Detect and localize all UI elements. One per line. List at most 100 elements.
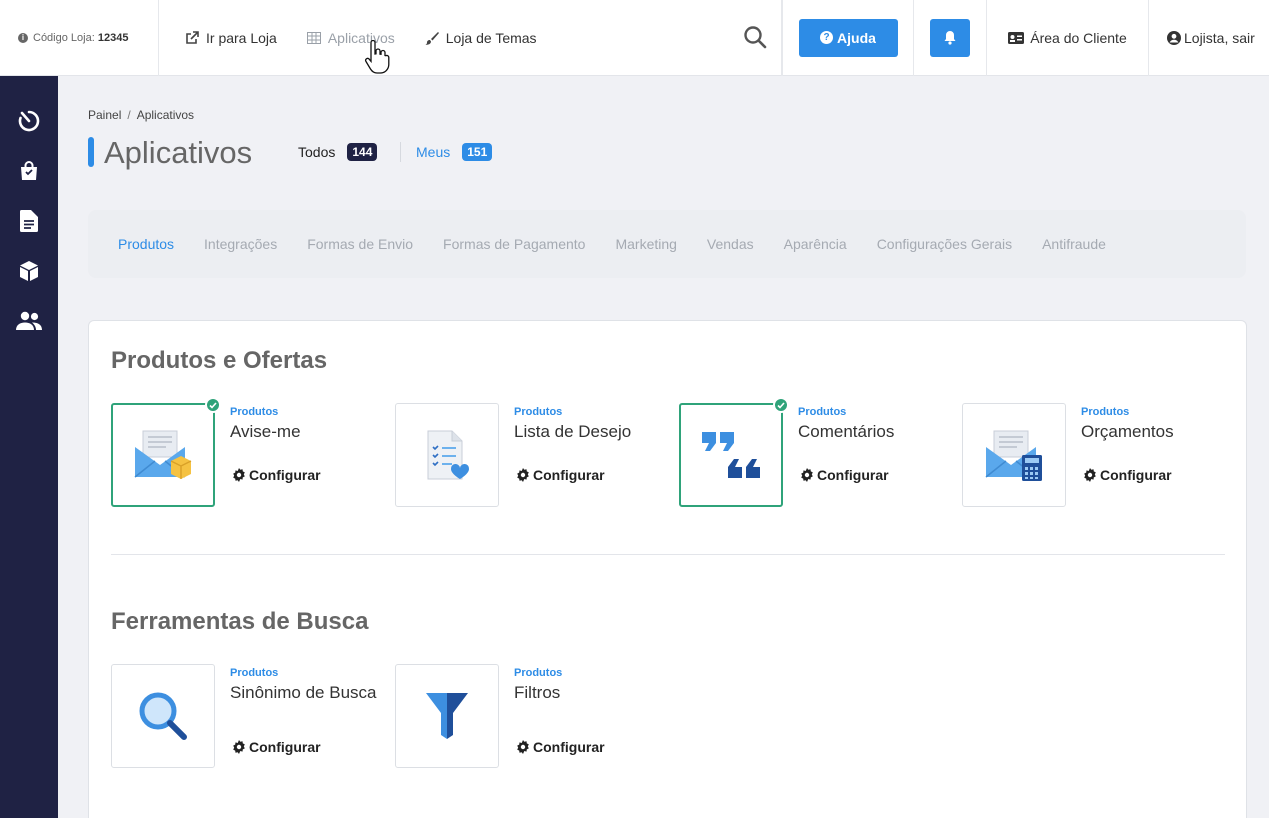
filter-mine-label: Meus xyxy=(416,144,451,160)
filter-all-label: Todos xyxy=(298,144,336,160)
filter-all-count: 144 xyxy=(347,143,378,161)
filter-mine-count: 151 xyxy=(462,143,493,161)
category-tabs: Produtos Integrações Formas de Envio For… xyxy=(88,210,1246,278)
users-icon xyxy=(16,311,42,330)
configure-button[interactable]: Configurar xyxy=(516,467,605,483)
app-tile-avise-me[interactable] xyxy=(111,397,221,507)
sidebar-item-content[interactable] xyxy=(16,208,42,234)
document-icon xyxy=(20,210,38,232)
tab-formas-de-envio[interactable]: Formas de Envio xyxy=(307,236,413,252)
configure-button[interactable]: Configurar xyxy=(800,467,889,483)
app-card: Produtos Filtros Configurar xyxy=(395,664,679,768)
breadcrumb-home[interactable]: Painel xyxy=(88,108,121,122)
breadcrumb-current: Aplicativos xyxy=(136,108,195,122)
top-bar: i Código Loja: 12345 Ir para Loja Aplica… xyxy=(0,0,1269,76)
sidebar-item-products[interactable] xyxy=(16,258,42,284)
store-code-value: 12345 xyxy=(97,31,129,44)
client-area-link[interactable]: Área do Cliente xyxy=(987,0,1149,76)
sidebar-item-dashboard[interactable] xyxy=(16,108,42,134)
app-tile-lista-de-desejo[interactable] xyxy=(395,403,499,507)
app-name: Lista de Desejo xyxy=(514,422,632,441)
filter-mine[interactable]: Meus 151 xyxy=(416,143,493,161)
configure-button[interactable]: Configurar xyxy=(232,467,321,483)
app-tile-sinonimo-de-busca[interactable] xyxy=(111,664,215,768)
gear-icon xyxy=(517,740,529,754)
app-card: Produtos Orçamentos Configurar xyxy=(962,403,1246,507)
app-name: Sinônimo de Busca xyxy=(230,683,377,702)
breadcrumb: Painel / Aplicativos xyxy=(88,108,194,122)
app-category: Produtos xyxy=(1081,406,1130,418)
go-to-store-label: Ir para Loja xyxy=(206,29,277,46)
box-icon xyxy=(20,261,38,281)
sidebar-item-orders[interactable] xyxy=(16,158,42,184)
app-tile-filtros[interactable] xyxy=(395,664,499,768)
breadcrumb-separator: / xyxy=(127,108,131,122)
app-name: Avise-me xyxy=(230,422,301,441)
configure-label: Configurar xyxy=(533,739,605,755)
question-icon: ? xyxy=(820,31,834,44)
help-label: Ajuda xyxy=(837,29,876,46)
gear-icon xyxy=(233,740,245,754)
sidebar-item-customers[interactable] xyxy=(16,308,42,334)
notifications-section xyxy=(914,0,987,76)
configure-button[interactable]: Configurar xyxy=(232,739,321,755)
configure-label: Configurar xyxy=(249,739,321,755)
section-title: Ferramentas de Busca xyxy=(111,608,369,635)
app-card: Produtos Lista de Desejo Configurar xyxy=(395,403,679,507)
shopping-bag-icon xyxy=(21,161,37,180)
dashboard-icon xyxy=(18,110,40,132)
search-icon xyxy=(744,26,767,49)
checklist-heart-icon xyxy=(427,430,470,480)
app-category: Produtos xyxy=(514,667,563,679)
tab-produtos[interactable]: Produtos xyxy=(118,236,174,252)
installed-check-icon xyxy=(773,397,789,413)
filter-all[interactable]: Todos 144 xyxy=(298,143,378,161)
sidebar xyxy=(0,76,58,818)
gear-icon xyxy=(517,468,529,482)
page-title: Aplicativos xyxy=(104,135,253,170)
gear-icon xyxy=(801,468,813,482)
user-label: Lojista, sair xyxy=(1184,29,1255,46)
gear-icon xyxy=(1084,468,1096,482)
tab-antifraude[interactable]: Antifraude xyxy=(1042,236,1106,252)
configure-label: Configurar xyxy=(533,467,605,483)
section-title: Produtos e Ofertas xyxy=(111,347,328,374)
tab-marketing[interactable]: Marketing xyxy=(615,236,676,252)
installed-check-icon xyxy=(205,397,221,413)
app-tile-comentarios[interactable] xyxy=(679,397,789,507)
tab-integracoes[interactable]: Integrações xyxy=(204,236,277,252)
search-button[interactable] xyxy=(742,24,768,50)
notifications-button[interactable] xyxy=(930,18,970,57)
quotes-icon xyxy=(702,432,760,478)
app-card: Produtos Sinônimo de Busca Configurar xyxy=(111,664,395,768)
client-area-label: Área do Cliente xyxy=(1030,29,1127,46)
theme-store-link[interactable]: Loja de Temas xyxy=(424,29,537,46)
magnifier-icon xyxy=(139,692,187,740)
hand-cursor-icon xyxy=(365,40,390,74)
tab-configuracoes-gerais[interactable]: Configurações Gerais xyxy=(877,236,1012,252)
section-divider xyxy=(111,554,1225,555)
app-tile-orcamentos[interactable] xyxy=(962,403,1066,507)
tab-aparencia[interactable]: Aparência xyxy=(784,236,847,252)
app-category: Produtos xyxy=(514,406,563,418)
configure-button[interactable]: Configurar xyxy=(1083,467,1172,483)
configure-label: Configurar xyxy=(817,467,889,483)
go-to-store-link[interactable]: Ir para Loja xyxy=(185,30,277,46)
grid-icon xyxy=(306,31,321,44)
info-icon: i xyxy=(18,32,28,43)
funnel-icon xyxy=(426,693,468,739)
user-logout-link[interactable]: Lojista, sair xyxy=(1149,0,1255,76)
configure-button[interactable]: Configurar xyxy=(516,739,605,755)
gear-icon xyxy=(233,468,245,482)
tab-vendas[interactable]: Vendas xyxy=(707,236,754,252)
theme-store-label: Loja de Temas xyxy=(445,29,537,46)
app-category: Produtos xyxy=(230,406,279,418)
title-accent-bar xyxy=(88,137,94,167)
bell-icon xyxy=(944,31,956,45)
app-category: Produtos xyxy=(230,667,279,679)
help-button[interactable]: ? Ajuda xyxy=(798,18,898,57)
envelope-calculator-icon xyxy=(985,430,1042,481)
app-category: Produtos xyxy=(798,406,847,418)
app-name: Filtros xyxy=(514,683,561,702)
tab-formas-de-pagamento[interactable]: Formas de Pagamento xyxy=(443,236,585,252)
